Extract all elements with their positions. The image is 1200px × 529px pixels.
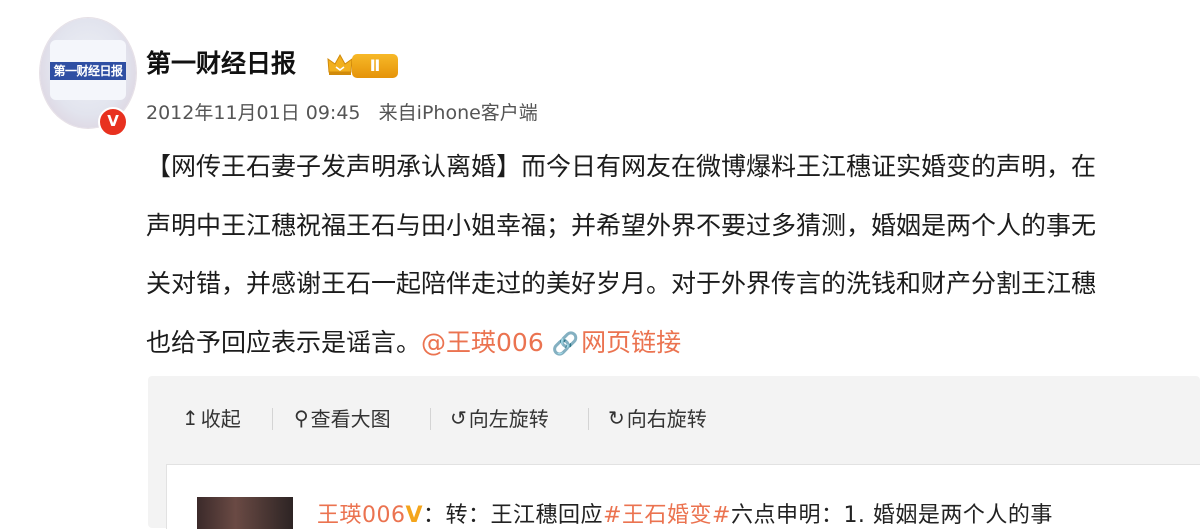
mention-link[interactable]: @王瑛006 <box>421 328 544 357</box>
crown-icon[interactable] <box>326 52 354 76</box>
post-time[interactable]: 2012年11月01日 09:45 <box>146 102 361 124</box>
toolbar-divider <box>430 408 431 430</box>
post-text-line: 也给予回应表示是谣言。@王瑛006 🔗网页链接 <box>146 314 1186 375</box>
post-text-line: 【网传王石妻子发声明承认离婚】而今日有网友在微博爆料王江穗证实婚变的声明，在 <box>146 152 1097 181</box>
rotate-right-label: 向右旋转 <box>626 407 707 431</box>
post-text-tail: 也给予回应表示是谣言。 <box>146 327 422 357</box>
verified-icon: V <box>98 107 128 137</box>
toolbar-divider <box>588 408 589 430</box>
member-level-badge[interactable]: Ⅱ <box>352 54 398 78</box>
source-prefix: 来自 <box>378 102 417 124</box>
post-meta: 2012年11月01日 09:45 来自iPhone客户端 <box>146 98 538 125</box>
rotate-right-button[interactable]: ↻ 向右旋转 <box>608 403 707 432</box>
view-large-button[interactable]: ⚲ 查看大图 <box>294 403 391 432</box>
retweet-card[interactable]: 王瑛006V：转：王江穗回应#王石婚变#六点申明：1. 婚姻是两个人的事 <box>166 464 1200 529</box>
source-client[interactable]: iPhone客户端 <box>417 102 538 124</box>
retweet-text: 王瑛006V：转：王江穗回应#王石婚变#六点申明：1. 婚姻是两个人的事 <box>317 497 1053 529</box>
search-icon: ⚲ <box>294 405 309 430</box>
retweet-separator: ： <box>423 503 446 528</box>
post-text-line: 声明中王江穗祝福王石与田小姐幸福；并希望外界不要过多猜测，婚姻是两个人的事无 <box>146 210 1097 240</box>
retweet-text-prefix: 转：王江穗回应 <box>445 503 604 528</box>
media-toolbar: ↥ 收起 ⚲ 查看大图 ↺ 向左旋转 ↻ 向右旋转 王瑛006V：转：王江穗回应… <box>148 376 1200 529</box>
avatar-decoration <box>62 46 114 52</box>
rotate-left-label: 向左旋转 <box>468 407 549 431</box>
author-name[interactable]: 第一财经日报 <box>146 44 296 80</box>
retweet-text-suffix: 六点申明：1. 婚姻是两个人的事 <box>730 503 1053 528</box>
post-content: 【网传王石妻子发声明承认离婚】而今日有网友在微博爆料王江穗证实婚变的声明，在 声… <box>146 138 1186 374</box>
collapse-button[interactable]: ↥ 收起 <box>182 403 241 432</box>
post-text-line: 关对错，并感谢王石一起陪伴走过的美好岁月。对于外界传言的洗钱和财产分割王江穗 <box>146 269 1097 298</box>
rotate-left-icon: ↺ <box>450 405 467 430</box>
web-link-label: 网页链接 <box>581 327 682 357</box>
link-icon: 🔗 <box>551 331 580 357</box>
web-link[interactable]: 🔗网页链接 <box>552 328 681 357</box>
hashtag-link[interactable]: #王石婚变# <box>603 503 731 528</box>
view-large-label: 查看大图 <box>310 407 391 431</box>
rotate-left-button[interactable]: ↺ 向左旋转 <box>450 403 549 432</box>
avatar-logo-text: 第一财经日报 <box>50 62 126 80</box>
retweet-user[interactable]: 王瑛006 <box>317 503 406 528</box>
verified-v-icon: V <box>405 503 424 528</box>
avatar-image: 第一财经日报 <box>50 40 126 100</box>
collapse-label: 收起 <box>200 407 241 431</box>
collapse-icon: ↥ <box>182 405 199 430</box>
rotate-right-icon: ↻ <box>608 405 625 430</box>
retweet-thumbnail[interactable] <box>197 497 293 529</box>
toolbar-divider <box>272 408 273 430</box>
